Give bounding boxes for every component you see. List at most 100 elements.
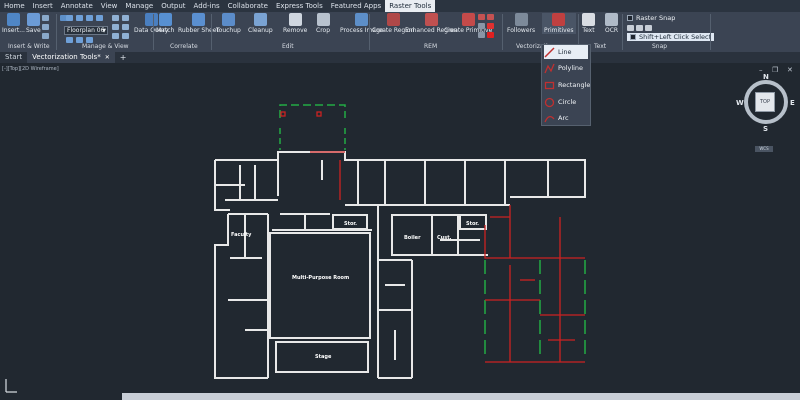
- compass-south[interactable]: S: [763, 125, 768, 133]
- rem-tool-icon[interactable]: [478, 32, 485, 38]
- manage-icon[interactable]: [112, 33, 119, 39]
- group-title-rem: REM: [424, 43, 438, 50]
- followers-button[interactable]: Followers: [507, 13, 535, 34]
- manage-icon[interactable]: [76, 15, 83, 21]
- menu-collaborate[interactable]: Collaborate: [224, 0, 272, 12]
- close-icon[interactable]: ✕: [105, 54, 110, 61]
- menu-annotate[interactable]: Annotate: [57, 0, 97, 12]
- image-dropdown[interactable]: Floorplan 06 ▼: [64, 26, 108, 35]
- insert-button[interactable]: Insert...: [2, 13, 25, 34]
- add-tab-button[interactable]: +: [115, 53, 132, 62]
- manage-icon[interactable]: [122, 24, 129, 30]
- save-button[interactable]: Save: [26, 13, 41, 34]
- small-tool-icon[interactable]: [42, 15, 49, 21]
- small-tool-icon[interactable]: [42, 24, 49, 30]
- rubber-sheet-button[interactable]: Rubber Sheet: [178, 13, 219, 34]
- menu-raster-tools[interactable]: Raster Tools: [385, 0, 436, 12]
- ribbon-separator: [153, 14, 154, 50]
- menu-item-rectangle[interactable]: Rectangle: [544, 78, 590, 92]
- manage-icon[interactable]: [122, 33, 129, 39]
- remove-icon: [288, 13, 302, 26]
- snap-icon[interactable]: [645, 25, 652, 31]
- menu-express-tools[interactable]: Express Tools: [272, 0, 327, 12]
- arc-icon: [544, 115, 555, 122]
- create-primitive-button[interactable]: Create Primitive: [444, 13, 492, 34]
- command-line[interactable]: [122, 393, 800, 400]
- primitives-icon: [552, 13, 566, 26]
- checkbox-icon: [630, 34, 636, 40]
- menu-insert[interactable]: Insert: [29, 0, 57, 12]
- plan-walls: [214, 151, 586, 379]
- viewcube[interactable]: TOP N S E W WCS: [736, 73, 796, 152]
- insert-icon: [6, 13, 20, 26]
- manage-icon[interactable]: [112, 24, 119, 30]
- rem-tool-icon[interactable]: [487, 32, 494, 38]
- label-multi-purpose-room: Multi-Purpose Room: [292, 275, 349, 281]
- rem-tool-icon[interactable]: [487, 14, 494, 20]
- primitives-button[interactable]: Primitives: [542, 13, 576, 34]
- floor-plan-drawing[interactable]: Faculty Stor. Boiler Cust. Stor. Multi-P…: [0, 63, 800, 400]
- polyline-icon: [544, 63, 555, 73]
- save-icon: [26, 13, 40, 26]
- menu-home[interactable]: Home: [0, 0, 29, 12]
- menu-item-line[interactable]: Line: [544, 45, 588, 59]
- snap-icon[interactable]: [636, 25, 643, 31]
- group-title-text: Text: [594, 43, 607, 50]
- rem-tool-icon[interactable]: [487, 23, 494, 29]
- manage-icon[interactable]: [122, 15, 129, 21]
- group-title-edit: Edit: [282, 43, 294, 50]
- process-image-icon: [355, 13, 369, 26]
- ribbon-separator: [211, 14, 212, 50]
- manage-icon[interactable]: [66, 37, 73, 43]
- ribbon-separator: [502, 14, 503, 50]
- autocad-window: Home Insert Annotate View Manage Output …: [0, 0, 800, 400]
- rem-tool-icon[interactable]: [478, 14, 485, 20]
- document-tab-bar: Start Vectorization Tools* ✕ +: [0, 52, 800, 63]
- menu-item-arc[interactable]: Arc: [544, 111, 569, 125]
- rem-tool-icon[interactable]: [478, 23, 485, 29]
- text-button[interactable]: Text: [582, 13, 595, 34]
- ribbon: Insert... Save Insert & Write Floorplan …: [0, 12, 800, 52]
- group-title-insert-write: Insert & Write: [8, 43, 50, 50]
- menu-item-polyline[interactable]: Polyline: [544, 61, 583, 75]
- label-stor: Stor.: [344, 221, 357, 227]
- remove-button[interactable]: Remove: [283, 13, 307, 34]
- small-tool-icon[interactable]: [42, 33, 49, 39]
- ocr-button[interactable]: OCR: [605, 13, 618, 34]
- circle-icon: [544, 97, 555, 107]
- label-boiler: Boiler: [404, 235, 421, 241]
- manage-icon[interactable]: [66, 15, 73, 21]
- tab-vectorization-tools[interactable]: Vectorization Tools* ✕: [27, 52, 115, 63]
- crop-icon: [316, 13, 330, 26]
- ribbon-separator: [369, 14, 370, 50]
- touchup-icon: [221, 13, 235, 26]
- cleanup-button[interactable]: Cleanup: [248, 13, 273, 34]
- text-icon: [582, 13, 595, 26]
- manage-icon[interactable]: [86, 15, 93, 21]
- chevron-down-icon: ▼: [102, 28, 106, 34]
- touchup-button[interactable]: Touchup: [216, 13, 241, 34]
- checkbox-icon: [627, 15, 633, 21]
- menu-item-circle[interactable]: Circle: [544, 95, 576, 109]
- snap-icon[interactable]: [627, 25, 634, 31]
- menu-output[interactable]: Output: [157, 0, 189, 12]
- compass-north[interactable]: N: [763, 73, 769, 81]
- followers-icon: [514, 13, 528, 26]
- match-button[interactable]: Match: [156, 13, 174, 34]
- compass-west[interactable]: W: [736, 99, 744, 107]
- crop-button[interactable]: Crop: [316, 13, 330, 34]
- viewcube-top-face[interactable]: TOP: [755, 92, 775, 112]
- raster-snap-toggle[interactable]: Raster Snap: [627, 14, 675, 22]
- tab-start[interactable]: Start: [0, 52, 27, 63]
- ribbon-separator: [622, 14, 623, 50]
- manage-icon[interactable]: [96, 15, 103, 21]
- menu-add-ins[interactable]: Add-ins: [190, 0, 224, 12]
- menu-featured-apps[interactable]: Featured Apps: [327, 0, 385, 12]
- wcs-menu[interactable]: WCS: [755, 146, 773, 152]
- compass-east[interactable]: E: [790, 99, 795, 107]
- menu-manage[interactable]: Manage: [121, 0, 157, 12]
- manage-icon[interactable]: [112, 15, 119, 21]
- menu-view[interactable]: View: [97, 0, 122, 12]
- shift-click-select-toggle[interactable]: Shift+Left Click Select: [627, 33, 715, 41]
- label-cust: Cust.: [437, 235, 452, 241]
